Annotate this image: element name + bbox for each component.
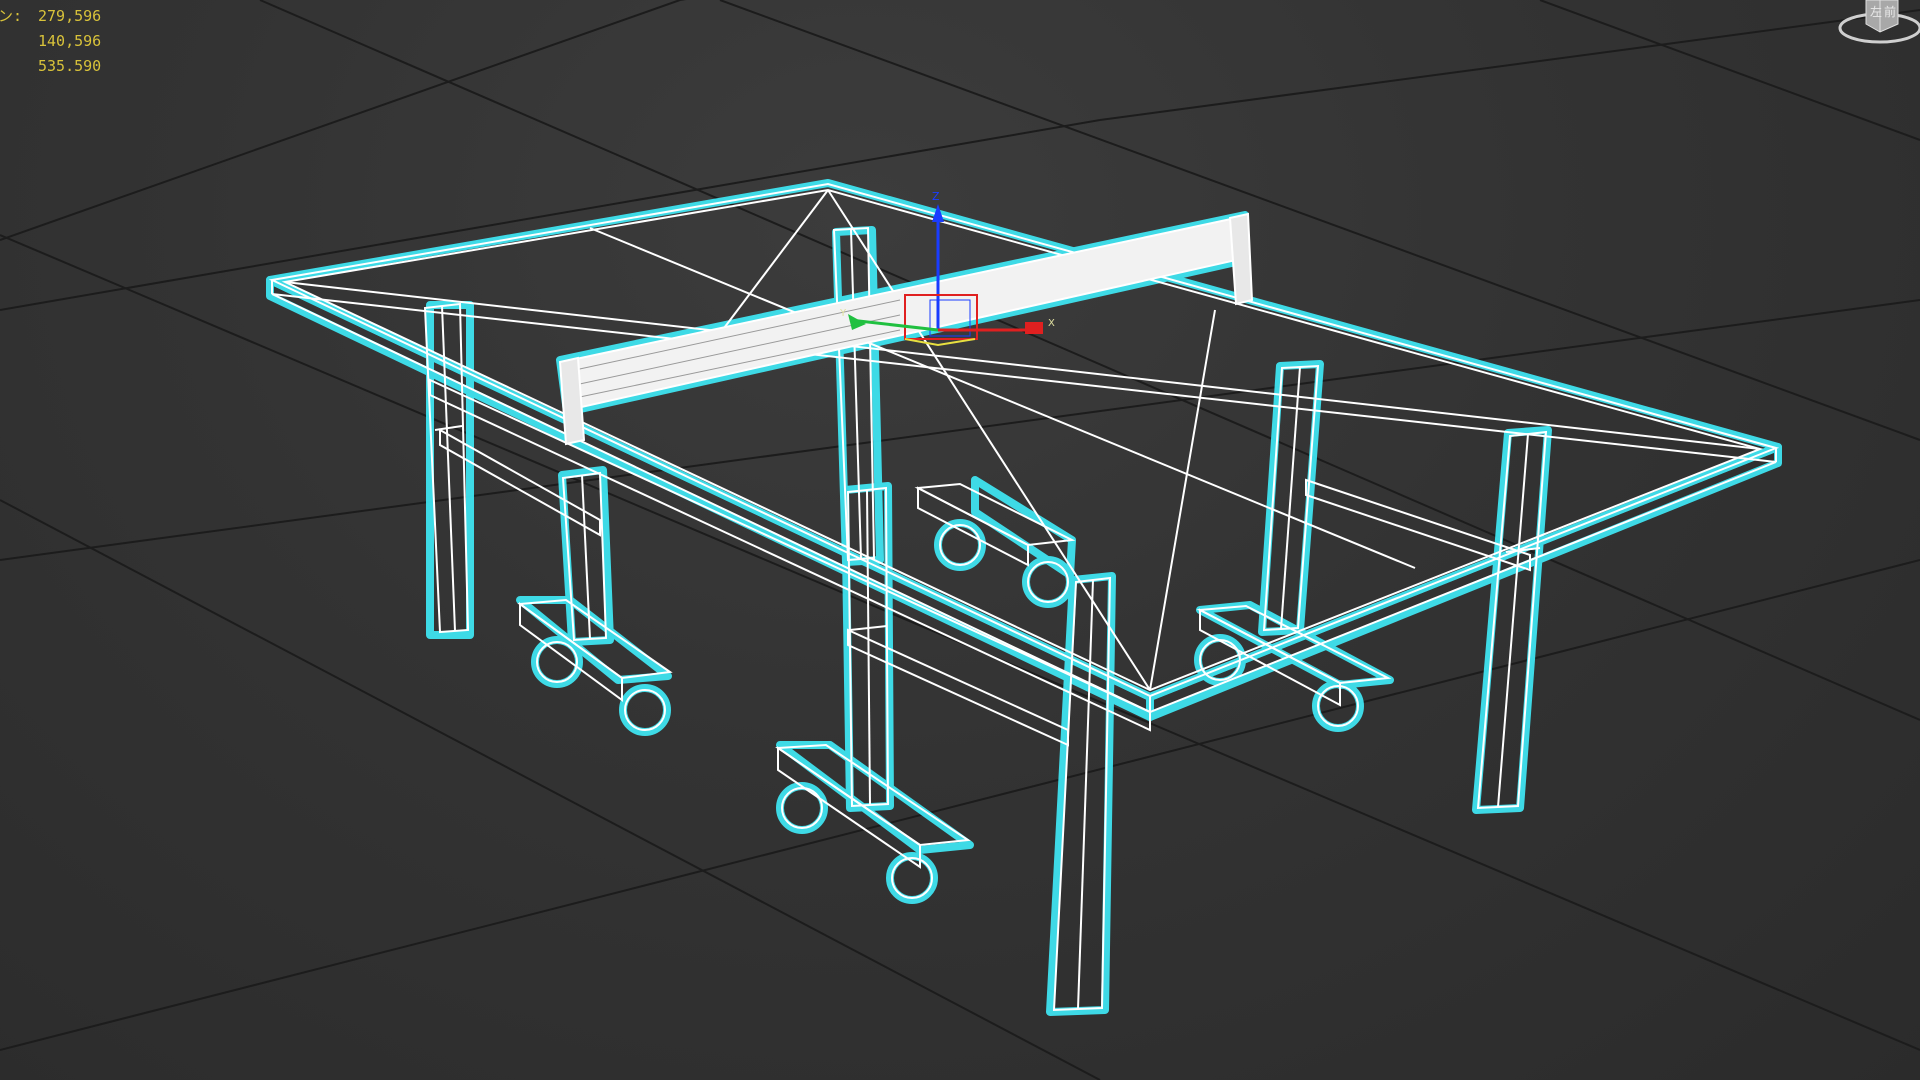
scene-canvas[interactable]: Z X Y bbox=[0, 0, 1920, 1080]
gizmo-y-label: Y bbox=[839, 308, 847, 319]
viewcube-left-label: 左 bbox=[1870, 4, 1882, 19]
viewcube[interactable]: 左 前 bbox=[1800, 0, 1920, 64]
gizmo-z-label: Z bbox=[932, 190, 940, 203]
stat-value: 535.590 bbox=[38, 57, 102, 75]
viewcube-front-label: 前 bbox=[1884, 4, 1896, 19]
stat-value: 140,596 bbox=[38, 32, 102, 50]
gizmo-x-label: X bbox=[1048, 318, 1055, 329]
stat-value: 279,596 bbox=[38, 7, 102, 25]
stat-label: ン: bbox=[0, 7, 23, 25]
home-grid bbox=[0, 0, 1920, 1080]
perspective-viewport[interactable]: Z X Y ン: 279,596 140,596 535.590 左 前 bbox=[0, 0, 1920, 1080]
